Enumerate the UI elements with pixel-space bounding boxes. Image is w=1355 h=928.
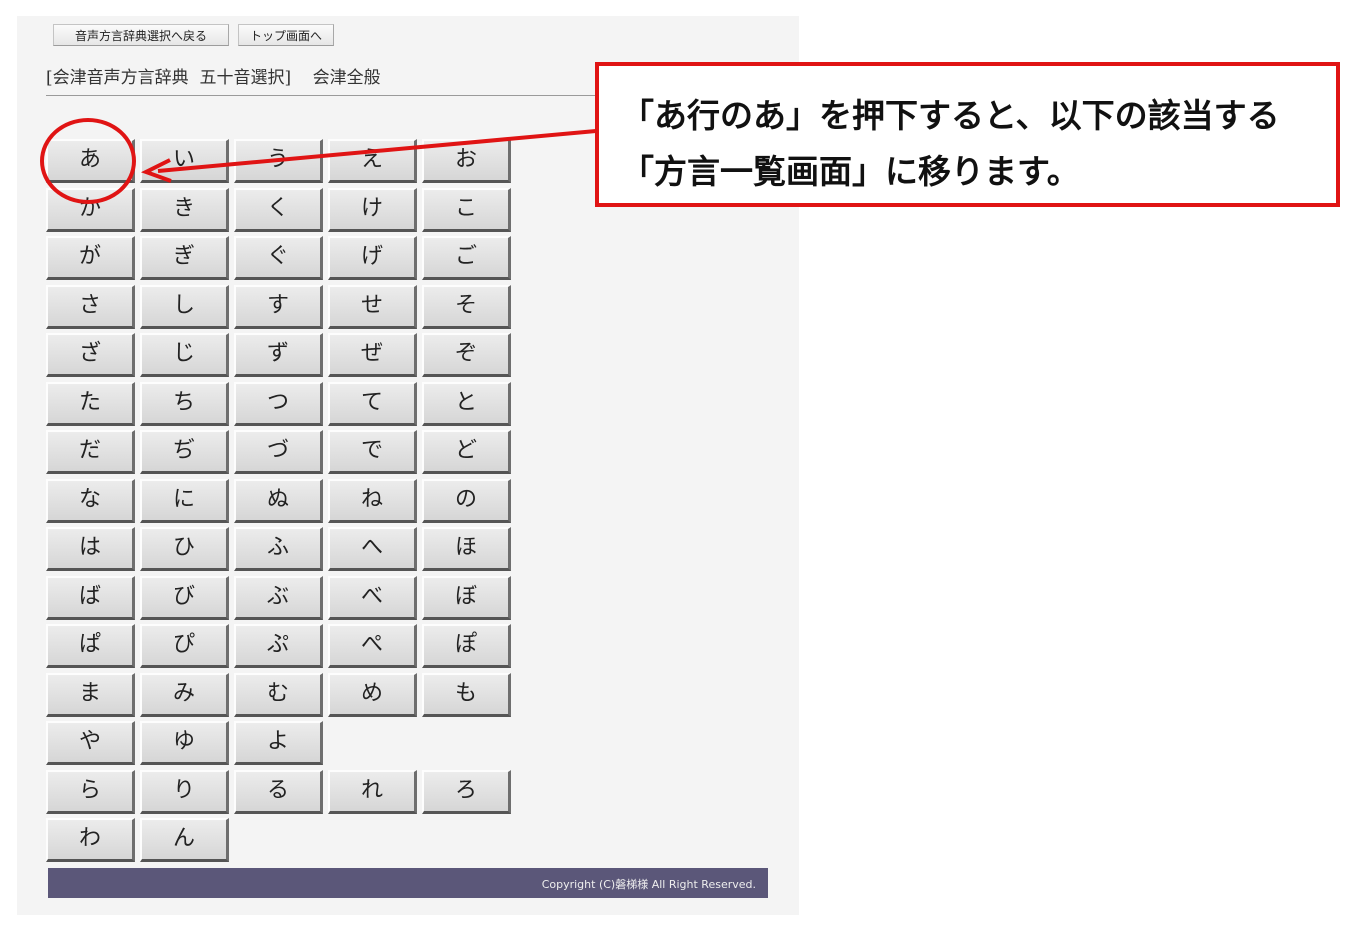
- highlight-circle: [40, 118, 136, 204]
- kana-button[interactable]: ぢ: [140, 430, 229, 474]
- kana-button[interactable]: み: [140, 673, 229, 717]
- kana-button[interactable]: よ: [234, 721, 323, 765]
- kana-button[interactable]: ぬ: [234, 479, 323, 523]
- kana-button[interactable]: ら: [46, 770, 135, 814]
- kana-button[interactable]: ぜ: [328, 333, 417, 377]
- annotation-callout: 「あ行のあ」を押下すると、以下の該当する 「方言一覧画面」に移ります。: [595, 62, 1340, 207]
- kana-button[interactable]: り: [140, 770, 229, 814]
- back-to-dictionary-select-button[interactable]: 音声方言辞典選択へ戻る: [53, 24, 229, 46]
- title-divider: [46, 95, 606, 96]
- kana-button[interactable]: え: [328, 139, 417, 183]
- kana-button[interactable]: せ: [328, 285, 417, 329]
- kana-button[interactable]: こ: [422, 188, 511, 232]
- kana-button[interactable]: ろ: [422, 770, 511, 814]
- kana-button[interactable]: や: [46, 721, 135, 765]
- kana-button[interactable]: む: [234, 673, 323, 717]
- callout-line-1: 「あ行のあ」を押下すると、以下の該当する: [621, 96, 1280, 135]
- kana-button[interactable]: う: [234, 139, 323, 183]
- kana-button[interactable]: く: [234, 188, 323, 232]
- kana-button[interactable]: ぞ: [422, 333, 511, 377]
- kana-button[interactable]: さ: [46, 285, 135, 329]
- kana-button[interactable]: げ: [328, 236, 417, 280]
- kana-button[interactable]: て: [328, 382, 417, 426]
- copyright-text: Copyright (C)磐梯様 All Right Reserved.: [541, 878, 756, 891]
- kana-button[interactable]: ん: [140, 818, 229, 862]
- kana-button[interactable]: れ: [328, 770, 417, 814]
- kana-button[interactable]: が: [46, 236, 135, 280]
- kana-button[interactable]: ぺ: [328, 624, 417, 668]
- kana-button[interactable]: べ: [328, 576, 417, 620]
- kana-button[interactable]: へ: [328, 527, 417, 571]
- kana-button[interactable]: ぽ: [422, 624, 511, 668]
- kana-button[interactable]: ざ: [46, 333, 135, 377]
- kana-button[interactable]: ず: [234, 333, 323, 377]
- kana-button[interactable]: ぎ: [140, 236, 229, 280]
- kana-button[interactable]: も: [422, 673, 511, 717]
- kana-button[interactable]: ぷ: [234, 624, 323, 668]
- kana-button[interactable]: す: [234, 285, 323, 329]
- kana-button[interactable]: ば: [46, 576, 135, 620]
- kana-button[interactable]: ひ: [140, 527, 229, 571]
- kana-button[interactable]: わ: [46, 818, 135, 862]
- kana-button[interactable]: ぐ: [234, 236, 323, 280]
- page-title: [会津音声方言辞典 五十音選択] 会津全般: [46, 68, 381, 88]
- kana-button[interactable]: ゆ: [140, 721, 229, 765]
- kana-button[interactable]: び: [140, 576, 229, 620]
- top-page-button[interactable]: トップ画面へ: [238, 24, 334, 46]
- kana-button[interactable]: ぱ: [46, 624, 135, 668]
- kana-button[interactable]: ね: [328, 479, 417, 523]
- kana-button[interactable]: づ: [234, 430, 323, 474]
- kana-button[interactable]: お: [422, 139, 511, 183]
- kana-button[interactable]: ぼ: [422, 576, 511, 620]
- kana-button[interactable]: つ: [234, 382, 323, 426]
- kana-button[interactable]: ぶ: [234, 576, 323, 620]
- kana-button[interactable]: な: [46, 479, 135, 523]
- kana-button[interactable]: ぴ: [140, 624, 229, 668]
- kana-button[interactable]: は: [46, 527, 135, 571]
- kana-button[interactable]: ど: [422, 430, 511, 474]
- kana-button[interactable]: と: [422, 382, 511, 426]
- kana-button[interactable]: た: [46, 382, 135, 426]
- kana-button[interactable]: だ: [46, 430, 135, 474]
- kana-button[interactable]: ま: [46, 673, 135, 717]
- kana-button[interactable]: じ: [140, 333, 229, 377]
- footer-bar: Copyright (C)磐梯様 All Right Reserved.: [48, 868, 768, 898]
- kana-button[interactable]: ほ: [422, 527, 511, 571]
- kana-button[interactable]: い: [140, 139, 229, 183]
- kana-button[interactable]: の: [422, 479, 511, 523]
- kana-button[interactable]: し: [140, 285, 229, 329]
- kana-button[interactable]: き: [140, 188, 229, 232]
- kana-button[interactable]: そ: [422, 285, 511, 329]
- kana-button[interactable]: で: [328, 430, 417, 474]
- kana-button[interactable]: ち: [140, 382, 229, 426]
- kana-button[interactable]: ふ: [234, 527, 323, 571]
- kana-button[interactable]: け: [328, 188, 417, 232]
- kana-button[interactable]: め: [328, 673, 417, 717]
- callout-line-2: 「方言一覧画面」に移ります。: [621, 152, 1080, 191]
- kana-button[interactable]: る: [234, 770, 323, 814]
- kana-button[interactable]: ご: [422, 236, 511, 280]
- kana-button[interactable]: に: [140, 479, 229, 523]
